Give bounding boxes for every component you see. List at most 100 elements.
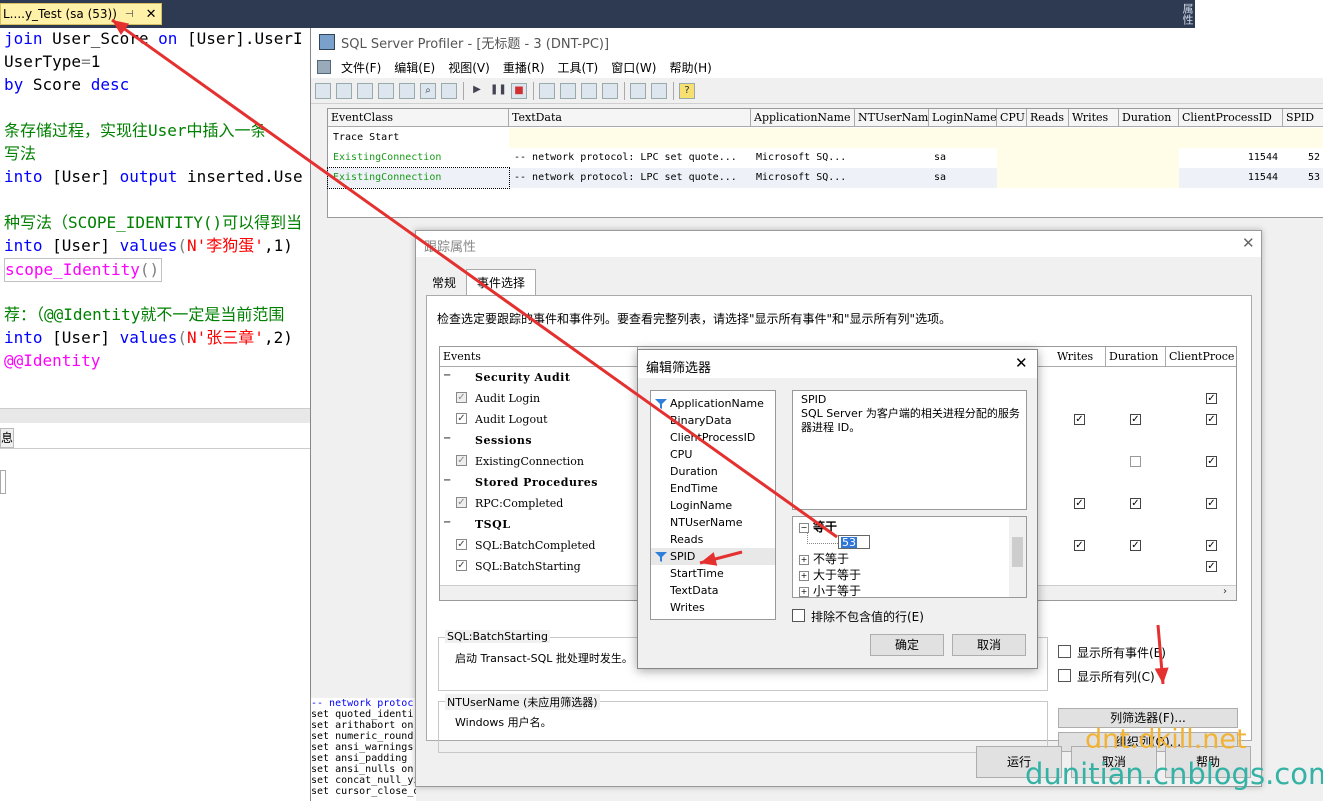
trace-col-header[interactable]: Duration [1119,109,1179,127]
menu-item-6[interactable]: 帮助(H) [669,59,711,76]
column-checkbox[interactable]: ✓ [1074,540,1085,551]
filter-column-item[interactable]: NTUserName [670,514,742,531]
event-checkbox[interactable]: ✓ [456,497,467,508]
trace-row[interactable]: Trace Start [328,128,1323,148]
filter-operator-node[interactable]: + 大于等于 [799,567,861,583]
query-tab[interactable]: L....y_Test (sa (53)) ⊣ ✕ [0,3,162,25]
column-checkbox[interactable]: ✓ [1130,498,1141,509]
performance-icon[interactable] [630,82,646,99]
column-checkbox[interactable]: ✓ [1074,414,1085,425]
ok-button[interactable]: 确定 [870,634,944,656]
event-checkbox[interactable]: ✓ [456,539,467,550]
trace-row[interactable]: ExistingConnection -- network protocol: L… [327,167,1323,189]
properties-side-tab[interactable]: 属性 [1165,0,1195,28]
event-checkbox[interactable]: ✓ [456,455,467,466]
filter-column-item[interactable]: TextData [670,582,719,599]
checkbox-box[interactable] [1058,645,1071,658]
filter-column-item[interactable]: ClientProcessID [670,429,755,446]
event-checkbox[interactable]: ✓ [456,413,467,424]
collapse-toggle-icon[interactable]: − [442,476,453,487]
editor-horizontal-scrollbar[interactable] [0,408,310,423]
filter-column-item[interactable]: Duration [670,463,718,480]
tree-expander-icon[interactable]: + [799,571,809,581]
trace-col-header[interactable]: Reads [1027,109,1069,127]
clear-icon[interactable] [441,82,457,99]
properties-icon[interactable] [399,82,415,99]
filter-column-item[interactable]: StartTime [670,565,724,582]
event-col-header[interactable]: Events [440,347,638,367]
event-checkbox[interactable]: ✓ [456,392,467,403]
event-col-header[interactable]: Writes [1054,347,1106,367]
trace-col-header[interactable]: NTUserName [855,109,929,127]
filter-column-item[interactable]: EndTime [670,480,718,497]
tile-horizontal-icon[interactable] [560,82,576,99]
filter-column-item[interactable]: Writes [670,599,705,616]
open-icon[interactable] [336,82,352,99]
filter-column-item[interactable]: LoginName [670,497,732,514]
tree-expander-icon[interactable]: − [799,523,809,533]
event-checkbox[interactable]: ✓ [456,560,467,571]
tree-vertical-scrollbar[interactable] [1009,517,1026,597]
filter-column-item[interactable]: BinaryData [670,412,732,429]
tile-vertical-icon[interactable] [581,82,597,99]
checkbox-box[interactable] [792,609,805,622]
tree-expander-icon[interactable]: + [799,555,809,565]
filter-column-item[interactable]: SPID [670,548,695,565]
filter-column-item[interactable]: Reads [670,531,703,548]
column-checkbox[interactable]: ✓ [1206,498,1217,509]
trace-col-header[interactable]: TextData [509,109,751,127]
exclude-empty-rows-checkbox[interactable]: 排除不包含值的行(E) [792,608,924,625]
show-all-columns-checkbox[interactable]: 显示所有列(C) [1058,668,1155,685]
collapse-toggle-icon[interactable]: − [442,518,453,529]
new-trace-icon[interactable] [315,82,331,99]
messages-tab[interactable]: 息 [0,428,14,448]
trace-row[interactable]: ExistingConnection -- network protocol: L… [328,148,1323,168]
column-checkbox[interactable]: ✓ [1206,456,1217,467]
stop-icon[interactable]: ■ [511,82,527,99]
close-icon[interactable]: ✕ [1242,234,1255,252]
menu-item-4[interactable]: 工具(T) [558,59,599,76]
activity-icon[interactable] [651,82,667,99]
column-checkbox[interactable]: ✓ [1206,561,1217,572]
column-checkbox[interactable]: ✓ [1130,540,1141,551]
column-checkbox[interactable]: ✓ [1130,414,1141,425]
pin-icon[interactable]: ⊣ [125,9,134,20]
tab-events-selection[interactable]: 事件选择 [466,269,536,295]
column-checkbox[interactable]: ✓ [1206,393,1217,404]
scroll-right-icon[interactable]: › [1223,586,1227,597]
trace-col-header[interactable]: ClientProcessID [1179,109,1283,127]
menu-item-2[interactable]: 视图(V) [448,59,490,76]
column-checkbox[interactable]: ✓ [1206,540,1217,551]
trace-col-header[interactable]: CPU [997,109,1027,127]
close-icon[interactable]: ✕ [1015,354,1028,372]
collapse-toggle-icon[interactable]: − [442,434,453,445]
open-template-icon[interactable] [357,82,373,99]
filter-cancel-button[interactable]: 取消 [952,634,1026,656]
checkbox-box[interactable] [1058,669,1071,682]
filter-column-item[interactable]: CPU [670,446,692,463]
event-col-header[interactable]: Duration [1106,347,1166,367]
help-icon[interactable]: ? [679,82,695,99]
filter-operator-node[interactable]: + 不等于 [799,551,849,567]
column-checkbox[interactable] [1130,456,1141,467]
filter-column-item[interactable]: ApplicationName [670,395,764,412]
cascade-icon[interactable] [539,82,555,99]
menu-item-1[interactable]: 编辑(E) [394,59,435,76]
collapse-toggle-icon[interactable]: − [442,371,453,382]
column-checkbox[interactable]: ✓ [1206,414,1217,425]
trace-col-header[interactable]: ApplicationName [751,109,855,127]
menu-item-0[interactable]: 文件(F) [341,59,381,76]
trace-col-header[interactable]: SPID [1283,109,1323,127]
menu-item-3[interactable]: 重播(R) [503,59,545,76]
filter-operator-node[interactable]: + 小于等于 [799,583,861,597]
trace-col-header[interactable]: Writes [1069,109,1119,127]
save-icon[interactable] [378,82,394,99]
column-checkbox[interactable]: ✓ [1074,498,1085,509]
event-col-header[interactable]: ClientProce [1166,347,1236,367]
show-all-events-checkbox[interactable]: 显示所有事件(E) [1058,644,1166,661]
filter-value-input[interactable]: 53 [838,535,870,549]
sql-code-editor[interactable]: join User_Score on [User].UserI UserType=… [0,28,310,408]
close-tab-icon[interactable]: ✕ [146,7,157,22]
scroll-thumb[interactable] [1012,537,1023,567]
scroll-icon[interactable] [602,82,618,99]
